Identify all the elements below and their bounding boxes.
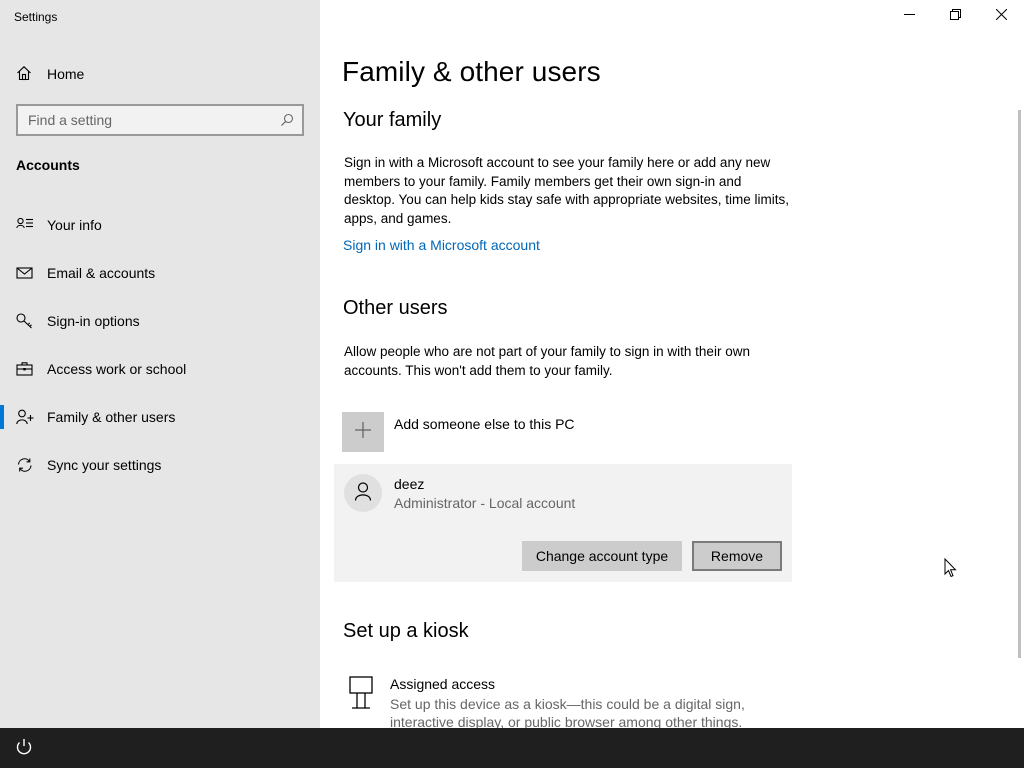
home-label: Home (47, 66, 85, 82)
other-users-description: Allow people who are not part of your fa… (344, 344, 750, 378)
key-icon (16, 313, 34, 329)
sign-in-microsoft-link[interactable]: Sign in with a Microsoft account (343, 237, 540, 253)
assigned-access-title: Assigned access (390, 676, 496, 692)
your-family-heading: Your family (343, 109, 442, 131)
sidebar-item-your-info[interactable]: Your info (0, 205, 320, 245)
power-sleep-icon[interactable] (14, 737, 34, 762)
sidebar-item-family-other-users[interactable]: Family & other users (0, 397, 320, 437)
kiosk-icon (348, 676, 374, 715)
sync-icon (16, 457, 34, 473)
close-button[interactable] (978, 0, 1024, 32)
sidebar-item-email-accounts[interactable]: Email & accounts (0, 253, 320, 293)
restore-button[interactable] (932, 0, 978, 32)
assigned-access-description: Set up this device as a kiosk—this could… (390, 696, 745, 730)
change-account-type-button[interactable]: Change account type (522, 541, 682, 571)
add-someone-label: Add someone else to this PC (394, 416, 575, 432)
sidebar-item-sign-in-options[interactable]: Sign-in options (0, 301, 320, 341)
minimize-icon (903, 7, 915, 25)
accounts-heading: Accounts (16, 157, 80, 173)
user-account-type: Administrator - Local account (394, 495, 576, 511)
user-icon (353, 481, 373, 506)
sidebar-item-label: Family & other users (47, 409, 176, 425)
your-family-description: Sign in with a Microsoft account to see … (344, 155, 789, 226)
selected-indicator (0, 405, 4, 429)
add-someone-button[interactable]: Add someone else to this PC (342, 412, 792, 454)
add-tile (342, 412, 384, 452)
kiosk-heading: Set up a kiosk (343, 620, 469, 642)
main-content: Family & other users Your family Sign in… (320, 0, 1024, 730)
minimize-button[interactable] (886, 0, 932, 32)
search-box[interactable] (16, 104, 304, 136)
sidebar-item-label: Sync your settings (47, 457, 162, 473)
sidebar-item-access-work[interactable]: Access work or school (0, 349, 320, 389)
mail-icon (16, 265, 34, 281)
taskbar (0, 728, 1024, 768)
home-link[interactable]: Home (16, 63, 84, 85)
restore-icon (949, 7, 961, 25)
user-card[interactable]: deez Administrator - Local account Chang… (334, 464, 792, 582)
sidebar: Settings Home Accounts (0, 0, 320, 728)
close-icon (995, 7, 1007, 25)
window-controls (886, 0, 1024, 32)
sidebar-item-label: Sign-in options (47, 313, 140, 329)
sidebar-item-label: Your info (47, 217, 102, 233)
user-name: deez (394, 476, 425, 492)
home-icon (16, 65, 32, 84)
scrollbar[interactable] (1018, 110, 1021, 658)
briefcase-icon (16, 361, 34, 377)
user-card-icon (16, 217, 34, 233)
add-user-icon (16, 409, 34, 425)
app-title: Settings (14, 10, 58, 24)
sidebar-item-label: Access work or school (47, 361, 187, 377)
remove-button[interactable]: Remove (692, 541, 782, 571)
avatar (344, 474, 382, 512)
plus-icon (354, 421, 372, 444)
search-input[interactable] (18, 106, 268, 134)
page-title: Family & other users (342, 56, 601, 87)
search-icon[interactable] (280, 113, 294, 132)
sidebar-item-sync-settings[interactable]: Sync your settings (0, 445, 320, 485)
sidebar-item-label: Email & accounts (47, 265, 156, 281)
other-users-heading: Other users (343, 297, 448, 319)
mouse-cursor-icon (944, 557, 958, 583)
